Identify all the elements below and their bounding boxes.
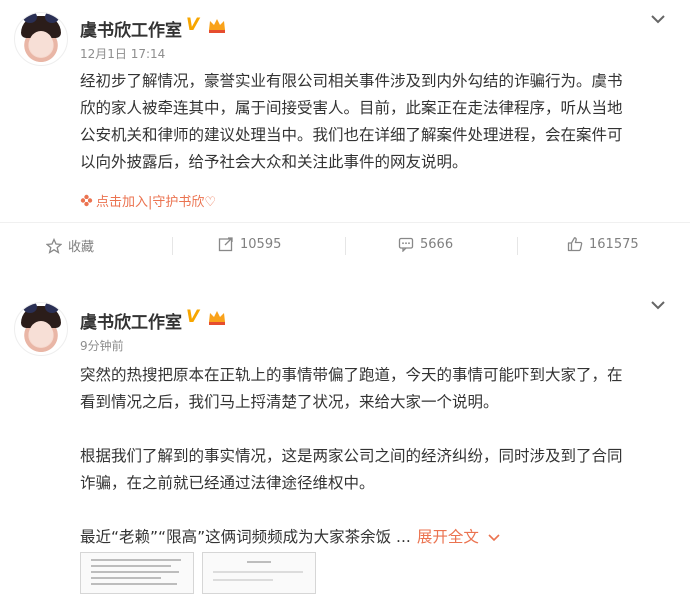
post-time[interactable]: 9分钟前 — [80, 337, 124, 354]
like-button[interactable]: 161575 — [567, 236, 639, 252]
member-crown-icon — [209, 311, 225, 325]
post-content: 经初步了解情况，豪誉实业有限公司相关事件涉及到内外勾结的诈骗行为。虞书 欣的家人… — [80, 68, 670, 176]
avatar[interactable] — [14, 302, 68, 356]
truncated-line: 最近“老赖”“限高”这俩词频频成为大家茶余饭 ... 展开全文 — [80, 524, 670, 551]
favorite-button[interactable]: 收藏 — [46, 236, 94, 255]
like-count: 161575 — [589, 236, 639, 252]
content-line: 根据我们了解到的事实情况，这是两家公司之间的经济纠纷，同时涉及到了合同 — [80, 447, 623, 465]
content-line: 欣的家人被牵连其中，属于间接受害人。目前，此案正在走法律程序，听从当地 — [80, 99, 623, 117]
content-line: 经初步了解情况，豪誉实业有限公司相关事件涉及到内外勾结的诈骗行为。虞书 — [80, 72, 623, 90]
comment-count: 5666 — [420, 236, 454, 252]
author-badges: V — [186, 16, 227, 34]
chevron-down-icon[interactable] — [650, 14, 666, 24]
chevron-down-icon[interactable] — [650, 300, 666, 310]
divider — [345, 237, 346, 255]
content-line: 看到情况之后，我们马上捋清楚了状况，来给大家一个说明。 — [80, 393, 499, 411]
post-separator — [0, 268, 690, 290]
star-icon — [46, 237, 62, 254]
expand-label: 展开全文 — [416, 528, 479, 546]
content-line: 公安机关和律师的建议处理当中。我们也在详细了解案件处理进程，会在案件可 — [80, 126, 623, 144]
comment-button[interactable]: 5666 — [398, 236, 453, 252]
repost-count: 10595 — [240, 236, 282, 252]
post-content: 突然的热搜把原本在正轨上的事情带偏了跑道，今天的事情可能吓到大家了，在 看到情况… — [80, 362, 670, 551]
chevron-down-icon — [488, 534, 500, 542]
author-name[interactable]: 虞书欣工作室 — [80, 16, 182, 41]
content-line: 以向外披露后，给予社会大众和关注此事件的网友说明。 — [80, 153, 468, 171]
expand-full-text-link[interactable]: 展开全文 — [417, 528, 500, 546]
divider — [517, 237, 518, 255]
weibo-post-1: 虞书欣工作室 V 12月1日 17:14 经初步了解情况，豪誉实业有限公司相关事… — [0, 0, 690, 268]
thumbs-up-icon — [567, 237, 583, 252]
super-topic-link[interactable]: 点击加入|守护书欣♡ — [80, 191, 216, 210]
repost-button[interactable]: 10595 — [218, 236, 281, 252]
member-crown-icon — [209, 19, 225, 33]
verified-icon: V — [186, 307, 200, 327]
super-topic-label: 点击加入|守护书欣♡ — [96, 195, 217, 210]
truncated-text: 最近“老赖”“限高”这俩词频频成为大家茶余饭 ... — [80, 528, 411, 546]
divider — [172, 237, 173, 255]
action-bar: 收藏 10595 5666 161575 — [0, 222, 690, 267]
content-line: 突然的热搜把原本在正轨上的事情带偏了跑道，今天的事情可能吓到大家了，在 — [80, 366, 623, 384]
author-badges: V — [186, 308, 227, 326]
avatar[interactable] — [14, 12, 68, 66]
comment-icon — [398, 237, 414, 252]
share-icon — [218, 237, 233, 252]
author-name[interactable]: 虞书欣工作室 — [80, 308, 182, 333]
favorite-label: 收藏 — [68, 240, 95, 255]
weibo-post-2: 虞书欣工作室 V 9分钟前 突然的热搜把原本在正轨上的事情带偏了跑道，今天的事情… — [0, 290, 690, 594]
content-line: 诈骗，在之前就已经通过法律途径维权中。 — [80, 474, 375, 492]
post-time[interactable]: 12月1日 17:14 — [80, 45, 165, 62]
flower-icon — [80, 194, 93, 207]
verified-icon: V — [186, 15, 200, 35]
